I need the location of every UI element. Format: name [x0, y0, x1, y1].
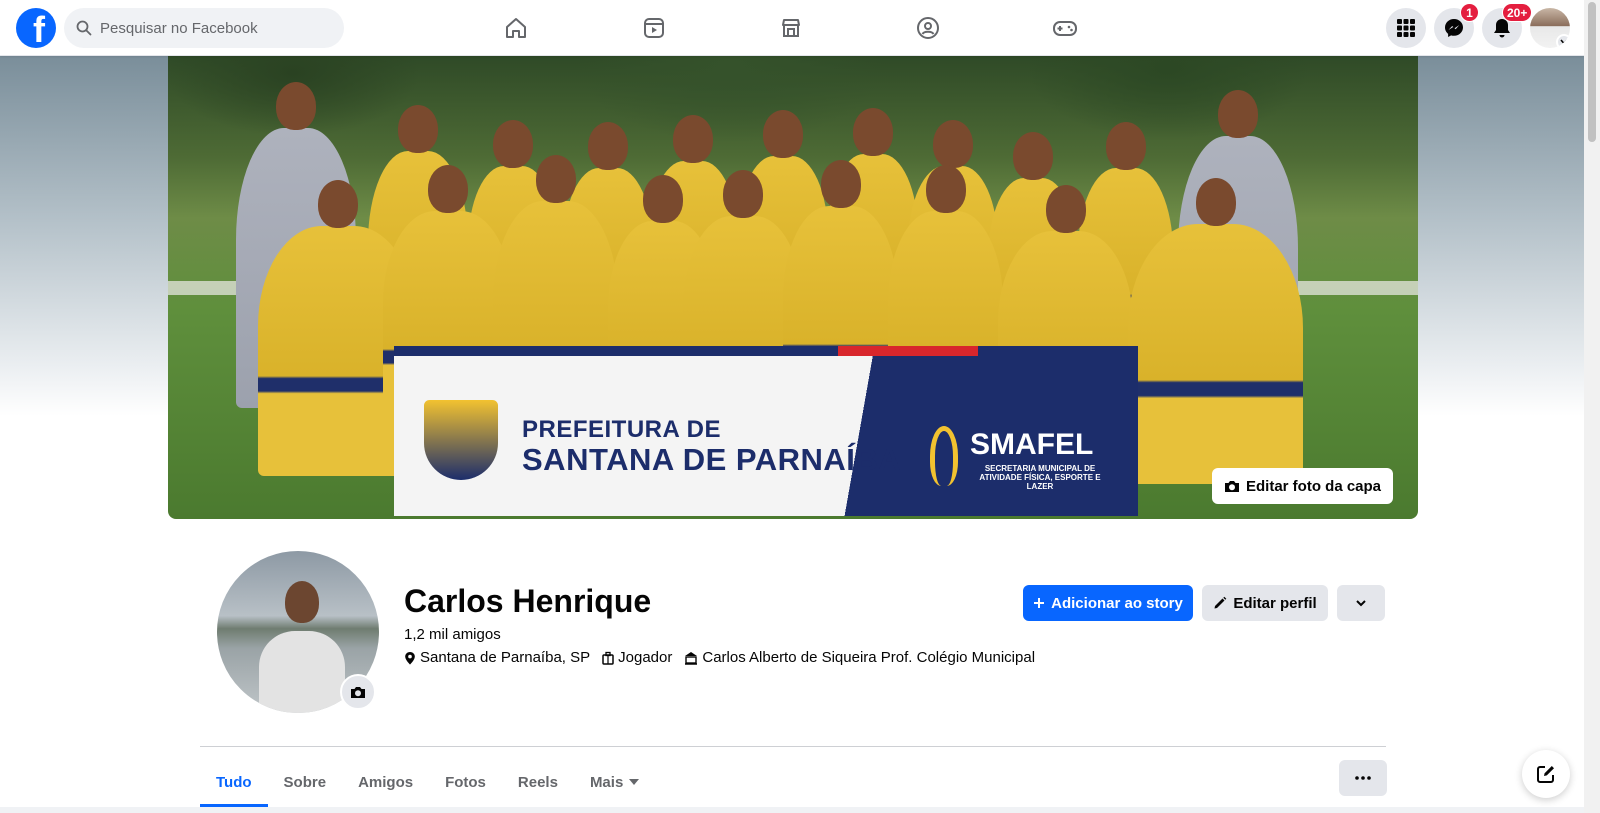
school-icon: [685, 651, 698, 665]
banner-brand: SMAFEL: [970, 428, 1094, 461]
camera-icon: [1225, 481, 1239, 492]
tab-fotos[interactable]: Fotos: [429, 757, 502, 807]
tab-amigos[interactable]: Amigos: [342, 757, 429, 807]
nav-tab-gaming[interactable]: [1043, 8, 1087, 48]
edit-profile-label: Editar perfil: [1233, 594, 1317, 612]
edit-profile-button[interactable]: Editar perfil: [1202, 585, 1328, 621]
home-icon: [506, 18, 526, 38]
profile-options-button[interactable]: [1337, 585, 1385, 621]
profile-tabs: Tudo Sobre Amigos Fotos Reels Mais: [200, 757, 655, 807]
account-avatar[interactable]: [1530, 8, 1570, 48]
caret-down-icon: [629, 779, 640, 785]
tab-label: Tudo: [216, 773, 252, 791]
menu-button[interactable]: [1386, 8, 1426, 48]
banner-line-2: SANTANA DE PARNAÍBA: [522, 442, 902, 477]
education-info: Carlos Alberto de Siqueira Prof. Colégio…: [684, 649, 1035, 666]
gaming-icon: [1053, 21, 1077, 36]
banner-brand-subtitle: SECRETARIA MUNICIPAL DE ATIVIDADE FÍSICA…: [979, 464, 1101, 491]
new-message-button[interactable]: [1522, 750, 1570, 798]
location-info: Santana de Parnaíba, SP: [404, 649, 590, 666]
smafel-logo-icon: [930, 426, 958, 486]
cover-banner: PREFEITURA DE SANTANA DE PARNAÍBA SMAFEL…: [394, 346, 1138, 516]
profile-name: Carlos Henrique: [404, 583, 652, 619]
pencil-icon: [1214, 596, 1227, 609]
location-pin-icon: [405, 651, 415, 664]
tab-sobre[interactable]: Sobre: [268, 757, 343, 807]
tab-tudo[interactable]: Tudo: [200, 757, 268, 807]
facebook-logo-icon[interactable]: f: [16, 8, 56, 48]
header-divider: [200, 746, 1386, 747]
nav-tab-reels[interactable]: [632, 8, 676, 48]
tabs-more-button[interactable]: [1339, 760, 1387, 796]
marketplace-icon: [782, 19, 800, 37]
work-info: Jogador: [602, 649, 672, 666]
more-dots-icon: [1355, 776, 1371, 780]
work-text: Jogador: [618, 649, 673, 666]
compose-icon: [1537, 766, 1554, 783]
tab-label: Amigos: [358, 773, 414, 791]
cover-photo[interactable]: PREFEITURA DE SANTANA DE PARNAÍBA SMAFEL…: [168, 56, 1418, 519]
grid-menu-icon: [1397, 19, 1415, 37]
add-to-story-button[interactable]: Adicionar ao story: [1023, 585, 1193, 621]
tab-reels[interactable]: Reels: [502, 757, 574, 807]
messenger-badge: 1: [1460, 3, 1479, 22]
tab-label: Reels: [517, 773, 558, 791]
notifications-button[interactable]: 20+: [1482, 3, 1533, 48]
messenger-button[interactable]: 1: [1434, 3, 1479, 48]
profile-intro: Santana de Parnaíba, SP Jogador Carlos A…: [404, 649, 1035, 666]
scrollbar-thumb[interactable]: [1588, 2, 1596, 142]
city-crest-icon: [424, 400, 498, 480]
edit-cover-label: Editar foto da capa: [1246, 477, 1382, 495]
edit-cover-photo-button[interactable]: Editar foto da capa: [1212, 468, 1394, 504]
top-navigation-bar: f 1 20+: [0, 0, 1584, 56]
nav-tab-marketplace[interactable]: [769, 8, 813, 48]
page-scrollbar[interactable]: [1584, 0, 1600, 813]
tab-mais[interactable]: Mais: [574, 757, 655, 807]
plus-icon: [1034, 598, 1045, 608]
tab-label: Mais: [589, 773, 624, 791]
messenger-icon: [1445, 19, 1463, 37]
update-profile-picture-button[interactable]: [340, 674, 376, 710]
banner-line-1: PREFEITURA DE: [522, 416, 721, 443]
search-icon: [76, 20, 92, 36]
feed-background: [0, 807, 1584, 813]
briefcase-icon: [602, 651, 614, 665]
chevron-down-icon: [1556, 34, 1570, 48]
search-input[interactable]: [100, 19, 320, 37]
chevron-down-icon: [1356, 600, 1366, 607]
education-text: Carlos Alberto de Siqueira Prof. Colégio…: [702, 649, 1036, 666]
nav-tab-home[interactable]: [494, 8, 538, 48]
groups-icon: [917, 17, 939, 39]
notifications-badge: 20+: [1502, 3, 1533, 22]
reels-icon: [644, 18, 664, 38]
add-to-story-label: Adicionar ao story: [1051, 594, 1183, 612]
player-figure: [1128, 178, 1303, 484]
friends-count[interactable]: 1,2 mil amigos: [404, 626, 501, 643]
search-box[interactable]: [64, 8, 344, 48]
camera-icon: [351, 687, 365, 698]
nav-tab-groups[interactable]: [906, 8, 950, 48]
tab-label: Sobre: [283, 773, 327, 791]
tab-label: Fotos: [445, 773, 486, 791]
location-text: Santana de Parnaíba, SP: [420, 649, 591, 666]
